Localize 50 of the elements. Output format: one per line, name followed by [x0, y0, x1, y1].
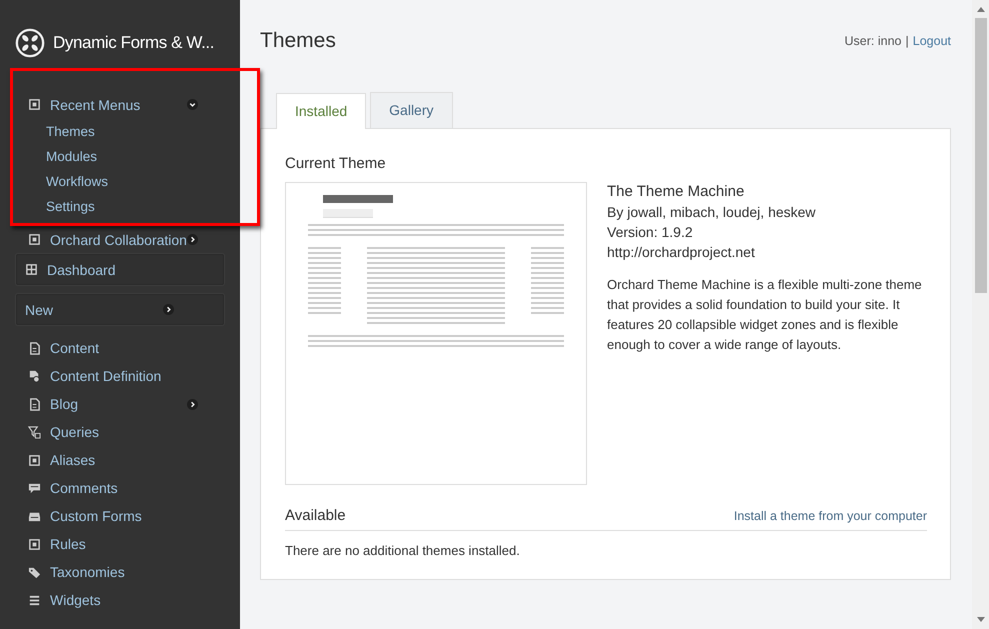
menu-item[interactable]: Taxonomies	[16, 558, 224, 586]
menu-item[interactable]: Queries	[16, 418, 224, 446]
submenu-item[interactable]: Settings	[16, 194, 224, 219]
page-title: Themes	[260, 29, 336, 53]
menu-item[interactable]: Rules	[16, 530, 224, 558]
comment-icon	[28, 482, 41, 494]
section-heading: Available	[285, 507, 346, 524]
file-icon	[28, 398, 41, 410]
logo-icon	[15, 28, 45, 58]
menu-panel[interactable]: New	[16, 294, 224, 325]
list-icon	[28, 594, 41, 606]
separator: |	[906, 34, 909, 48]
square-icon	[28, 233, 41, 246]
menu-item[interactable]: Aliases	[16, 446, 224, 474]
theme-authors: By jowall, mibach, loudej, heskew	[607, 203, 817, 222]
empty-message: There are no additional themes installed.	[285, 543, 521, 558]
menu-item[interactable]: Orchard Collaboration	[16, 225, 224, 254]
menu-item[interactable]: Comments	[16, 474, 224, 502]
scroll-up-icon[interactable]	[976, 6, 984, 12]
menu-item[interactable]: Content Definition	[16, 362, 224, 390]
site-title[interactable]: Dynamic Forms & W...	[53, 33, 214, 53]
theme-url: http://orchardproject.net	[607, 243, 756, 262]
filter-icon	[28, 426, 41, 438]
theme-version: Version: 1.9.2	[607, 223, 694, 242]
theme-name: The Theme Machine	[607, 182, 746, 202]
grid-icon	[25, 263, 38, 276]
user-label: User: inno	[844, 34, 902, 48]
menu-panel[interactable]: Dashboard	[16, 254, 224, 285]
logout-link[interactable]: Logout	[912, 34, 951, 48]
section-heading: Current Theme	[285, 155, 387, 172]
menu-item[interactable]: Custom Forms	[16, 502, 224, 530]
submenu-item[interactable]: Workflows	[16, 169, 224, 194]
square-icon	[28, 98, 41, 111]
menu-item[interactable]: Widgets	[16, 586, 224, 614]
square-icon	[28, 454, 41, 466]
submenu-item[interactable]: Themes	[16, 119, 224, 144]
submenu-item[interactable]: Modules	[16, 144, 224, 169]
tab[interactable]: Installed	[276, 93, 366, 129]
file-icon	[28, 342, 41, 354]
menu-item[interactable]: Blog	[16, 390, 224, 418]
square-icon	[28, 538, 41, 550]
menu-item[interactable]: Recent Menus	[16, 90, 224, 119]
tab[interactable]: Gallery	[370, 92, 453, 128]
scroll-down-icon[interactable]	[976, 617, 984, 623]
scroll-thumb[interactable]	[974, 18, 986, 293]
scrollbar[interactable]	[972, 0, 989, 629]
install-theme-link[interactable]: Install a theme from your computer	[734, 509, 927, 523]
theme-description: Orchard Theme Machine is a flexible multi-zone theme that provides a solid foundation to build your site. It features 20 collapsible widget zones and is flexible enough to cover a wide range of layouts.	[607, 276, 923, 354]
tag-icon	[28, 566, 41, 578]
menu-item[interactable]: Content	[16, 334, 224, 362]
